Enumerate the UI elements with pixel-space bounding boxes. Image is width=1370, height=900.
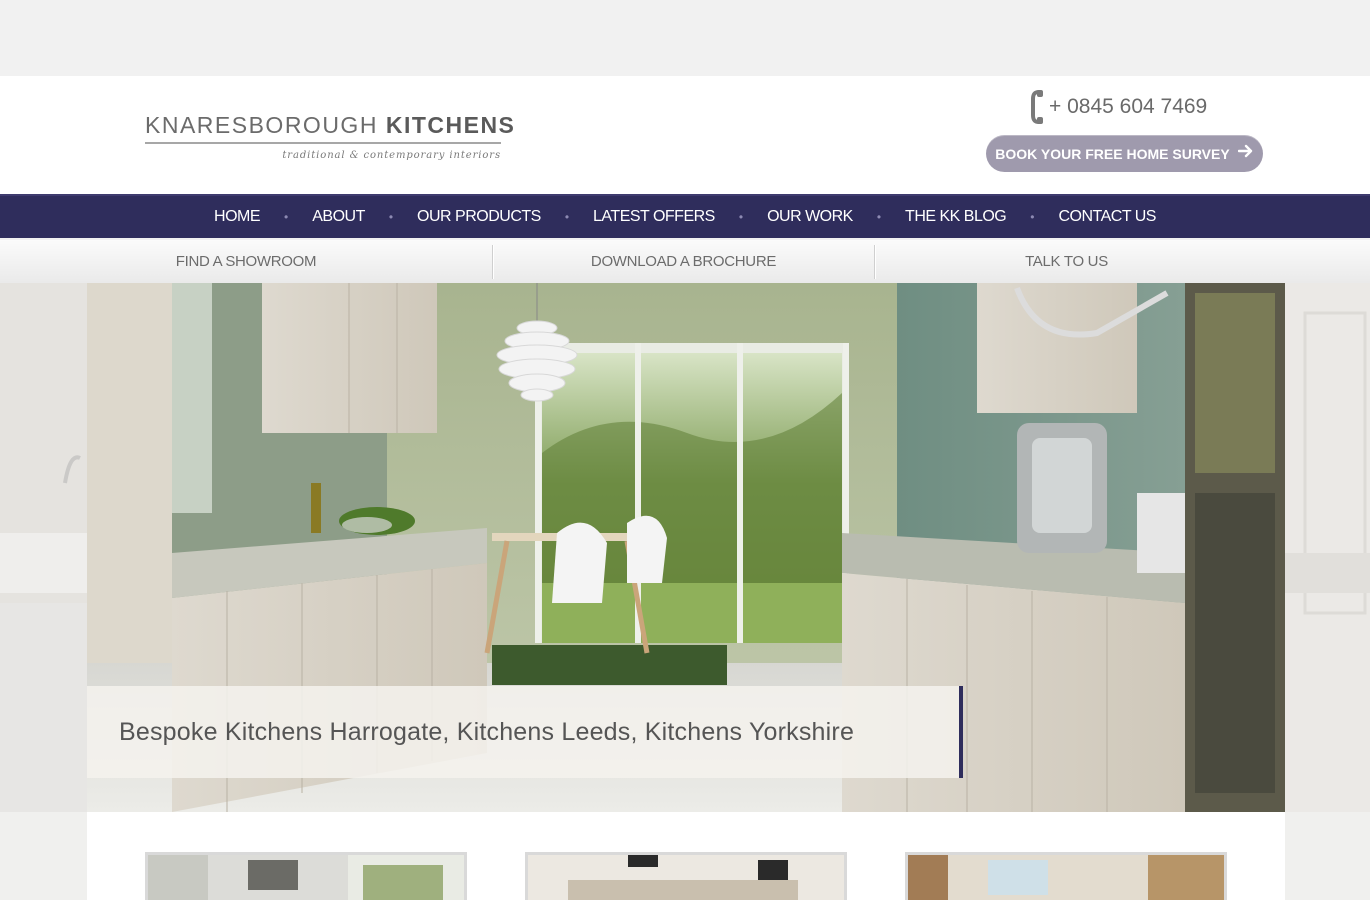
nav-separator: • <box>738 210 744 224</box>
book-survey-label: BOOK YOUR FREE HOME SURVEY <box>995 145 1230 162</box>
subnav-talk-to-us[interactable]: TALK TO US <box>875 245 1258 279</box>
logo-name-light: KNARESBOROUGH <box>145 112 378 138</box>
nav-separator: • <box>388 210 394 224</box>
nav-kk-blog[interactable]: THE KK BLOG <box>891 208 1020 226</box>
nav-separator: • <box>876 210 882 224</box>
nav-contact-us[interactable]: CONTACT US <box>1044 208 1170 226</box>
logo-rule <box>145 142 501 144</box>
content-side-right <box>1285 812 1370 900</box>
phone-number[interactable]: + 0845 604 7469 <box>1030 90 1207 124</box>
nav-our-work[interactable]: OUR WORK <box>753 208 867 226</box>
book-survey-button[interactable]: BOOK YOUR FREE HOME SURVEY <box>986 135 1263 172</box>
sub-nav: FIND A SHOWROOM DOWNLOAD A BROCHURE TALK… <box>0 240 1370 283</box>
logo-wordmark: KNARESBOROUGH KITCHENS <box>145 112 514 139</box>
main-nav: HOME • ABOUT • OUR PRODUCTS • LATEST OFF… <box>0 194 1370 238</box>
nav-separator: • <box>1030 210 1035 224</box>
logo-name-bold: KITCHENS <box>385 112 516 138</box>
logo-tagline: traditional & contemporary interiors <box>282 150 501 161</box>
hero-side-left <box>0 283 87 812</box>
arrow-right-icon <box>1237 144 1254 163</box>
subnav-download-brochure[interactable]: DOWNLOAD A BROCHURE <box>493 245 874 279</box>
thumbnail-2[interactable] <box>525 852 847 900</box>
nav-separator: • <box>284 210 289 224</box>
phone-icon <box>1030 90 1046 124</box>
subnav-find-showroom[interactable]: FIND A SHOWROOM <box>0 245 492 279</box>
content-side-left <box>0 812 87 900</box>
logo[interactable]: KNARESBOROUGH KITCHENS traditional & con… <box>145 112 514 161</box>
nav-separator: • <box>564 210 570 224</box>
nav-about[interactable]: ABOUT <box>298 208 379 226</box>
nav-our-products[interactable]: OUR PRODUCTS <box>403 208 555 226</box>
hero-banner: Bespoke Kitchens Harrogate, Kitchens Lee… <box>0 283 1370 812</box>
hero-caption: Bespoke Kitchens Harrogate, Kitchens Lee… <box>87 686 963 778</box>
nav-home[interactable]: HOME <box>200 208 274 226</box>
site-header: KNARESBOROUGH KITCHENS traditional & con… <box>0 76 1370 194</box>
phone-text: + 0845 604 7469 <box>1049 95 1208 118</box>
hero-caption-text: Bespoke Kitchens Harrogate, Kitchens Lee… <box>119 717 855 746</box>
top-strip <box>0 0 1370 76</box>
nav-latest-offers[interactable]: LATEST OFFERS <box>579 208 729 226</box>
thumbnail-3[interactable] <box>905 852 1227 900</box>
content-area <box>87 812 1285 900</box>
hero-side-right <box>1285 283 1370 812</box>
thumbnail-1[interactable] <box>145 852 467 900</box>
